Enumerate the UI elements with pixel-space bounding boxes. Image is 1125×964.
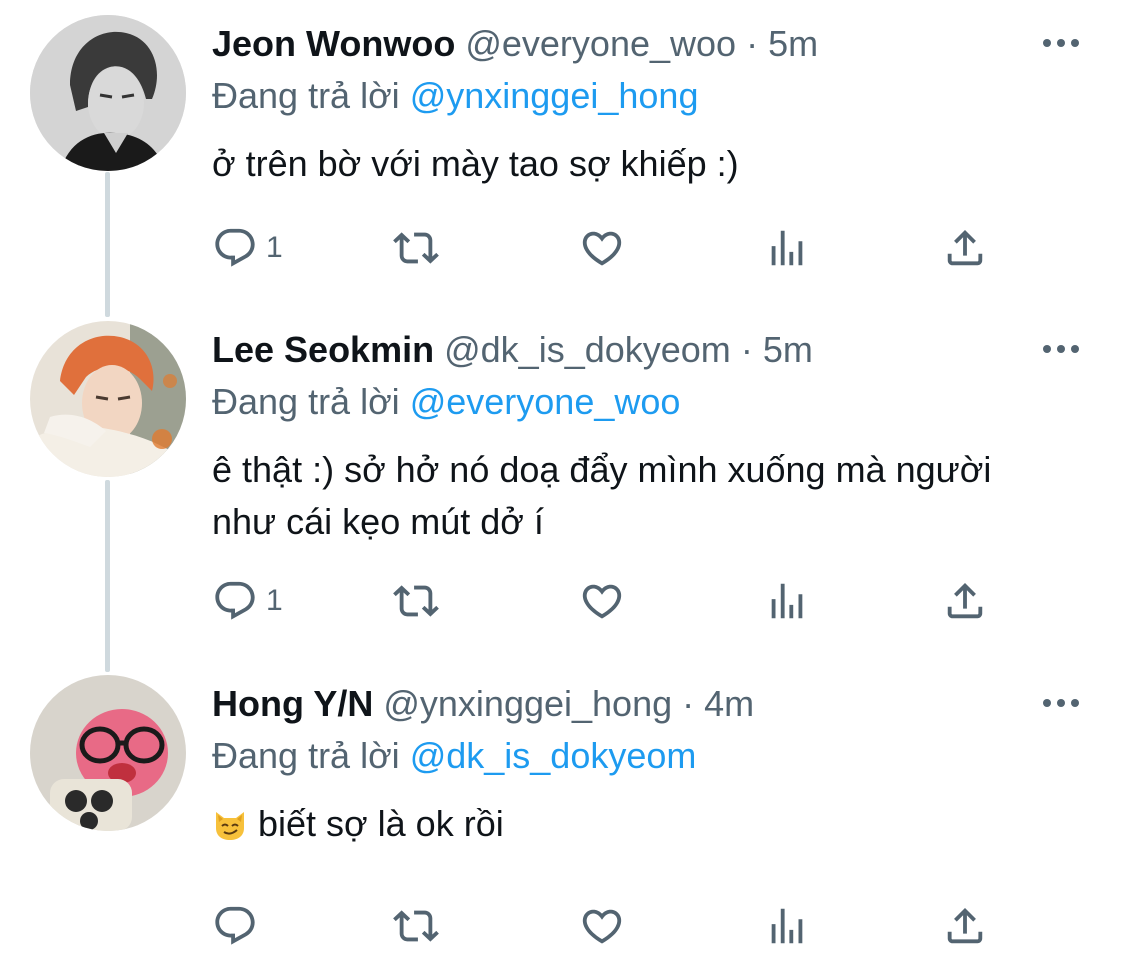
share-icon [947, 582, 983, 619]
share-button[interactable] [942, 898, 988, 954]
reply-icon [215, 581, 255, 620]
action-bar [212, 898, 1012, 954]
action-bar: 1 [212, 220, 1012, 276]
like-button[interactable] [578, 220, 634, 276]
like-button[interactable] [578, 898, 634, 954]
share-button[interactable] [942, 220, 988, 276]
more-icon [1043, 345, 1079, 353]
tweet-text: ở trên bờ với mày tao sợ khiếp :) [212, 143, 739, 184]
reply-button[interactable]: 1 [212, 573, 283, 629]
display-name[interactable]: Lee Seokmin [212, 329, 434, 370]
heart-icon [582, 231, 622, 266]
reply-icon [215, 906, 255, 945]
timestamp[interactable]: 5m [768, 23, 818, 64]
retweet-button[interactable] [390, 573, 450, 629]
more-icon [1043, 699, 1079, 707]
tweet-header: Lee Seokmin @dk_is_dokyeom · 5m [212, 328, 813, 372]
tweet-text-content: biết sợ là ok rồi [258, 803, 504, 844]
separator-dot: · [746, 23, 759, 64]
replying-to: Đang trả lời @dk_is_dokyeom [212, 734, 696, 778]
retweet-icon [393, 910, 439, 942]
timestamp[interactable]: 4m [704, 683, 754, 724]
replying-to-label: Đang trả lời [212, 75, 400, 116]
tweet-text: ê thật :) sở hở nó doạ đẩy mình xuống mà… [212, 449, 992, 542]
heart-icon [582, 909, 622, 944]
views-button[interactable] [764, 573, 810, 629]
retweet-icon [393, 585, 439, 617]
replying-to-label: Đang trả lời [212, 735, 400, 776]
reply-count: 1 [266, 584, 283, 617]
heart-icon [582, 584, 622, 619]
retweet-button[interactable] [390, 898, 450, 954]
reply-icon [215, 228, 255, 267]
reply-button[interactable] [212, 898, 266, 954]
smirking-cat-emoji [212, 804, 248, 840]
share-icon [947, 907, 983, 944]
timestamp[interactable]: 5m [763, 329, 813, 370]
more-button[interactable] [1041, 692, 1081, 714]
reply-count: 1 [266, 231, 283, 264]
analytics-icon [771, 583, 803, 619]
retweet-icon [393, 232, 439, 264]
more-icon [1043, 39, 1079, 47]
tweet[interactable]: Hong Y/N @ynxinggei_hong · 4m Đang trả l… [0, 660, 1125, 964]
replying-to-handle[interactable]: @everyone_woo [410, 381, 681, 422]
avatar[interactable] [30, 15, 186, 171]
replying-to-handle[interactable]: @ynxinggei_hong [410, 75, 699, 116]
action-bar: 1 [212, 573, 1012, 629]
tweet[interactable]: Jeon Wonwoo @everyone_woo · 5m Đang trả … [0, 0, 1125, 300]
separator-dot: · [682, 683, 695, 724]
display-name[interactable]: Jeon Wonwoo [212, 23, 455, 64]
retweet-button[interactable] [390, 220, 450, 276]
analytics-icon [771, 908, 803, 944]
avatar[interactable] [30, 321, 186, 477]
like-button[interactable] [578, 573, 634, 629]
tweet-text: biết sợ là ok rồi [212, 798, 1072, 850]
replying-to-label: Đang trả lời [212, 381, 400, 422]
tweet-header: Hong Y/N @ynxinggei_hong · 4m [212, 682, 754, 726]
replying-to-handle[interactable]: @dk_is_dokyeom [410, 735, 697, 776]
replying-to: Đang trả lời @ynxinggei_hong [212, 74, 698, 118]
tweet-header: Jeon Wonwoo @everyone_woo · 5m [212, 22, 818, 66]
display-name[interactable]: Hong Y/N [212, 683, 373, 724]
user-handle[interactable]: @everyone_woo [465, 23, 736, 64]
more-button[interactable] [1041, 338, 1081, 360]
replying-to: Đang trả lời @everyone_woo [212, 380, 680, 424]
tweet[interactable]: Lee Seokmin @dk_is_dokyeom · 5m Đang trả… [0, 306, 1125, 660]
user-handle[interactable]: @ynxinggei_hong [383, 683, 672, 724]
views-button[interactable] [764, 220, 810, 276]
reply-button[interactable]: 1 [212, 220, 283, 276]
more-button[interactable] [1041, 32, 1081, 54]
separator-dot: · [740, 329, 753, 370]
share-icon [947, 229, 983, 266]
share-button[interactable] [942, 573, 988, 629]
avatar[interactable] [30, 675, 186, 831]
views-button[interactable] [764, 898, 810, 954]
analytics-icon [771, 230, 803, 266]
user-handle[interactable]: @dk_is_dokyeom [444, 329, 731, 370]
